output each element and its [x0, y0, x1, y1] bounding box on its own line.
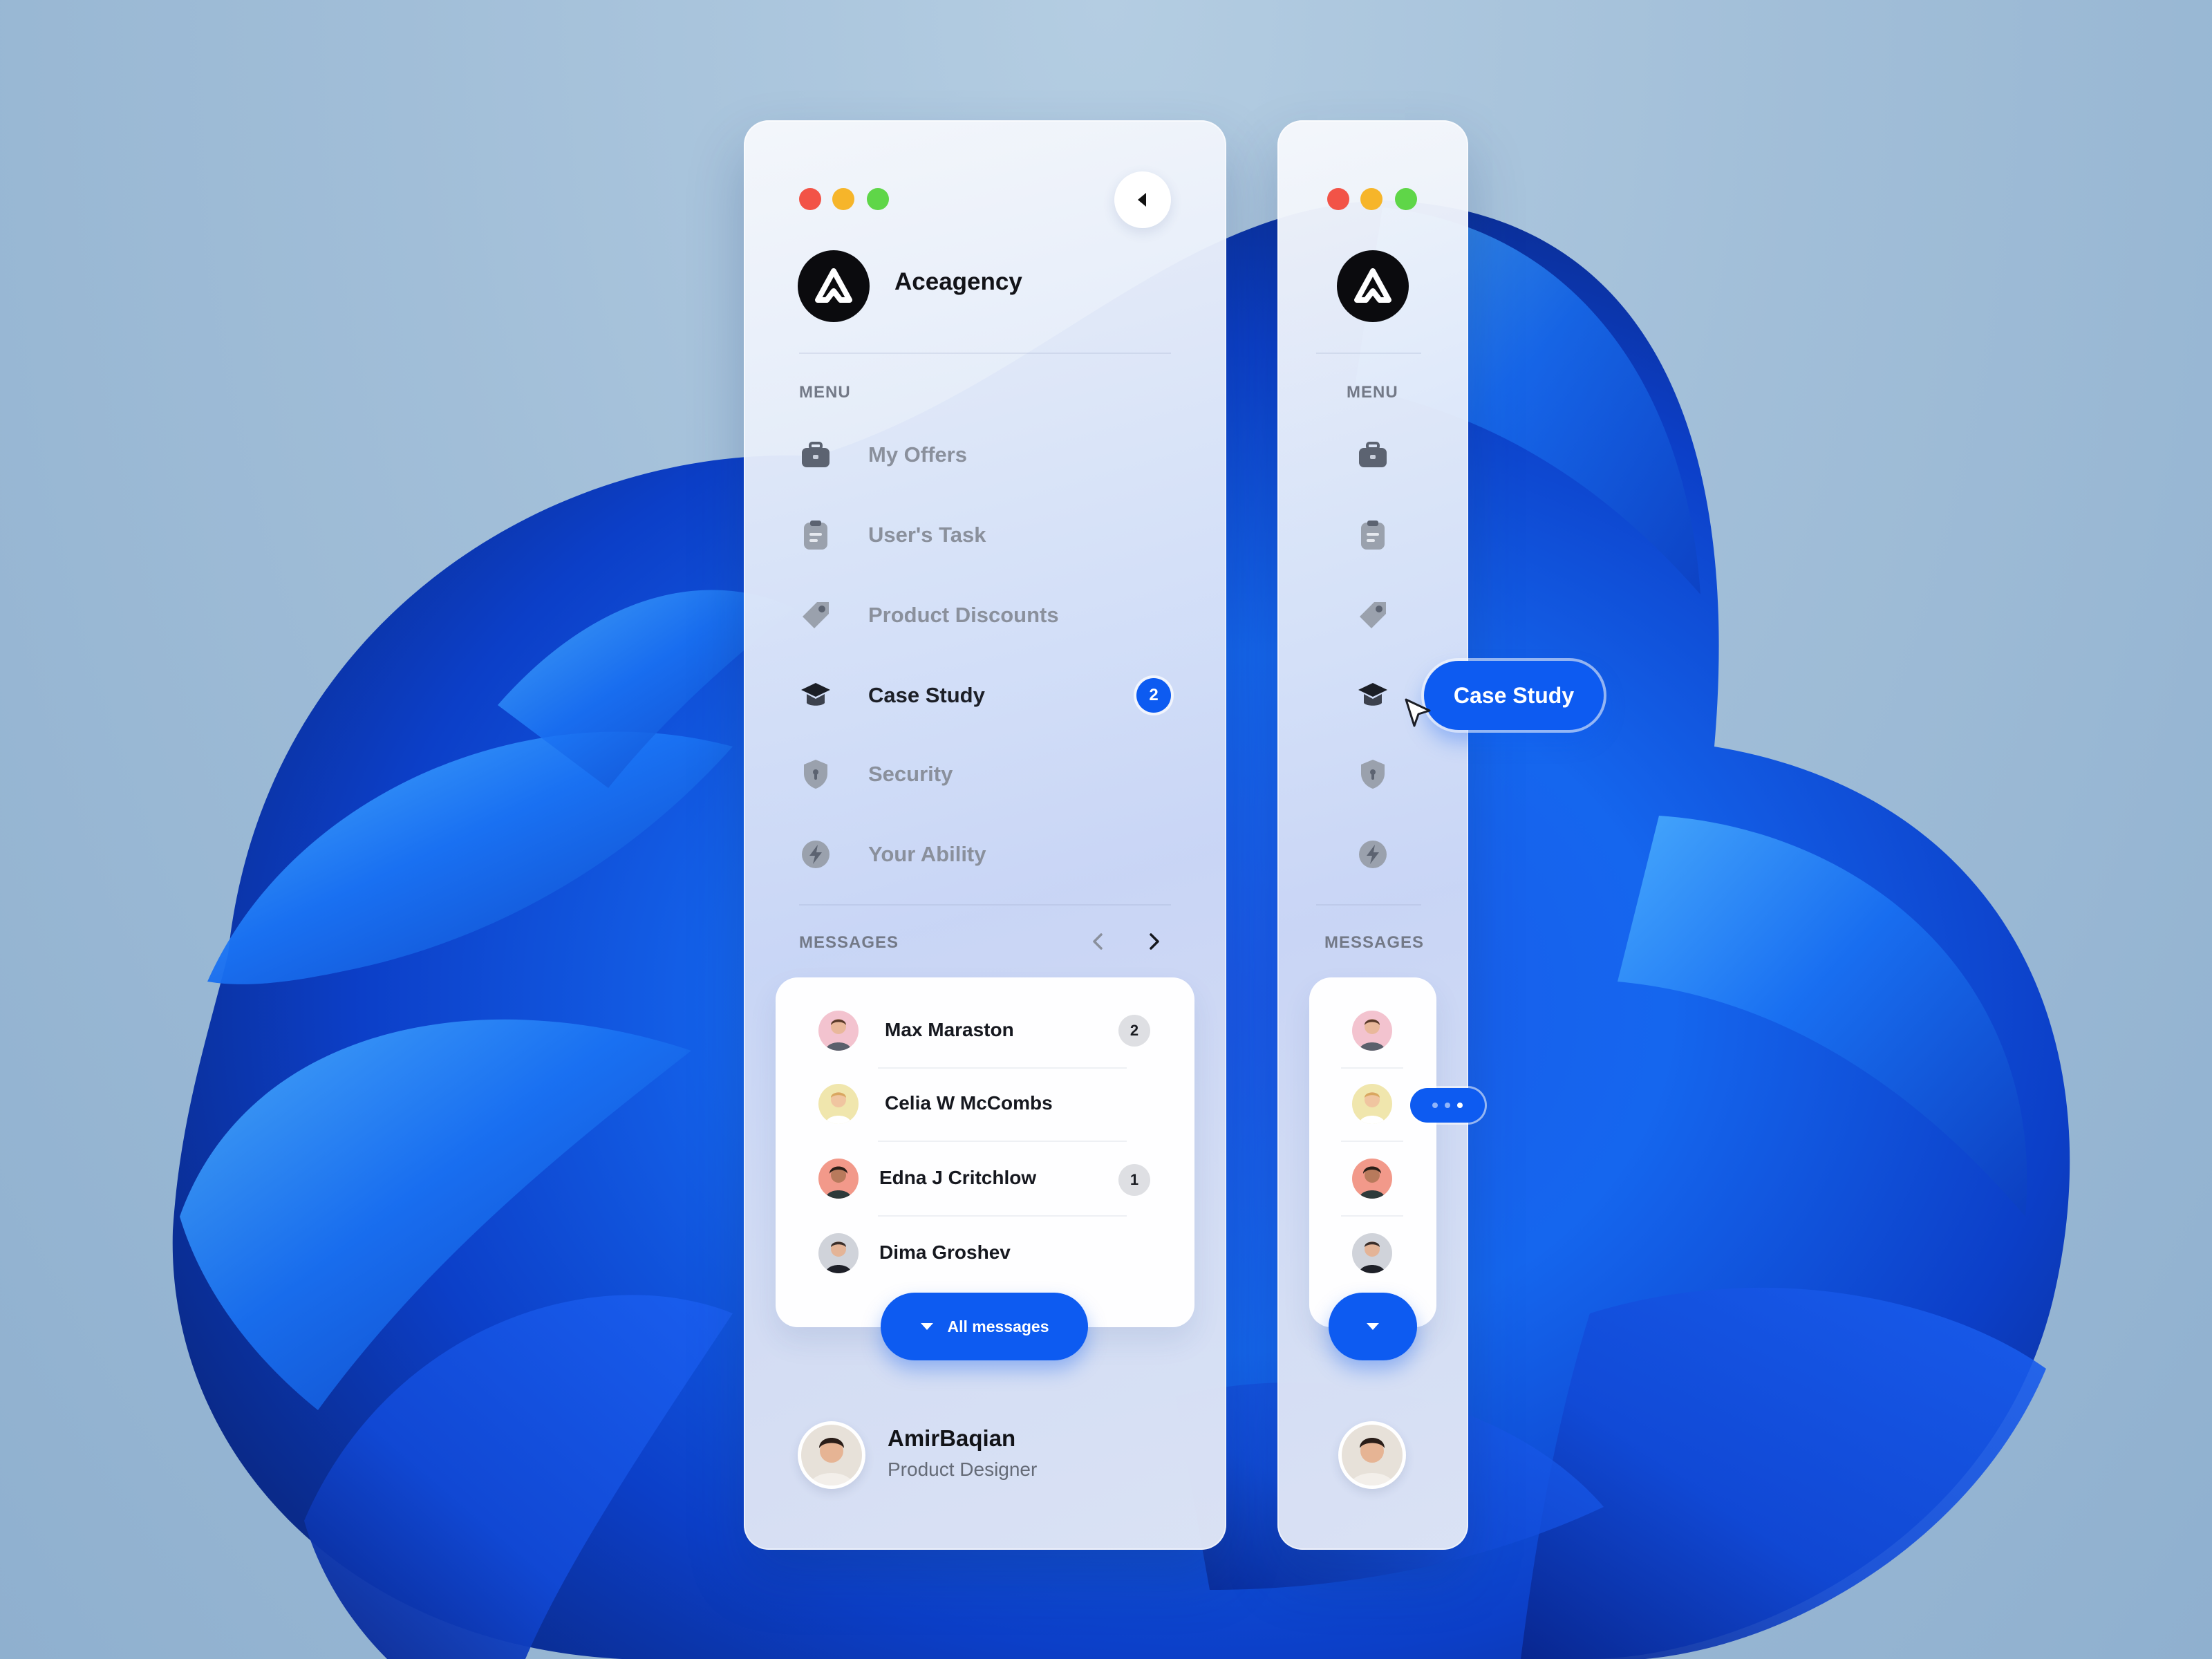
row-divider	[878, 1067, 1127, 1069]
profile-avatar[interactable]	[1338, 1421, 1406, 1489]
briefcase-icon[interactable]	[1356, 438, 1389, 471]
shield-icon[interactable]	[1356, 758, 1389, 791]
window-minimize-button[interactable]	[1360, 188, 1382, 210]
window-zoom-button[interactable]	[867, 188, 889, 210]
window-close-button[interactable]	[799, 188, 821, 210]
briefcase-icon	[799, 438, 832, 471]
lightning-icon	[799, 838, 832, 871]
brand-name: Aceagency	[894, 268, 1022, 295]
expand-messages-button[interactable]	[1329, 1293, 1417, 1360]
divider	[1316, 904, 1421, 906]
message-sender-name[interactable]: Dima Groshev	[879, 1241, 1011, 1264]
divider	[1316, 353, 1421, 354]
window-close-button[interactable]	[1327, 188, 1349, 210]
profile-avatar[interactable]	[798, 1421, 865, 1489]
menu-section-label: MENU	[1347, 383, 1398, 402]
menu-item-product-discounts[interactable]: Product Discounts	[788, 588, 1182, 643]
brand-logo	[1337, 250, 1409, 322]
menu-item-my-offers[interactable]: My Offers	[788, 427, 1182, 482]
caret-down-icon	[1367, 1323, 1379, 1330]
lightning-icon[interactable]	[1356, 838, 1389, 871]
avatar[interactable]	[818, 1011, 859, 1051]
profile-name: AmirBaqian	[888, 1425, 1016, 1451]
unread-count-badge: 1	[1118, 1164, 1150, 1196]
menu-item-users-task[interactable]: User's Task	[788, 507, 1182, 563]
caret-down-icon	[921, 1323, 934, 1330]
caret-left-icon	[1138, 193, 1146, 207]
row-divider	[878, 1141, 1127, 1142]
avatar[interactable]	[818, 1233, 859, 1273]
menu-label: Product Discounts	[868, 603, 1059, 627]
unread-count-badge: 2	[1118, 1015, 1150, 1047]
case-study-count-badge: 2	[1136, 678, 1171, 713]
mouse-cursor-icon	[1405, 698, 1431, 727]
tag-icon	[799, 599, 832, 632]
graduation-cap-icon[interactable]	[1356, 679, 1389, 712]
avatar[interactable]	[818, 1159, 859, 1199]
menu-label: Security	[868, 762, 953, 786]
shield-icon	[799, 758, 832, 791]
profile-role: Product Designer	[888, 1459, 1038, 1480]
collapse-sidebar-button[interactable]	[1114, 171, 1171, 228]
menu-item-security[interactable]: Security	[788, 747, 1182, 802]
chevron-left-icon	[1093, 933, 1103, 950]
tag-icon[interactable]	[1356, 599, 1389, 632]
row-divider	[878, 1215, 1127, 1217]
divider	[799, 353, 1171, 354]
row-divider	[1341, 1141, 1403, 1142]
logo-mark-icon	[815, 268, 852, 303]
menu-item-your-ability[interactable]: Your Ability	[788, 827, 1182, 882]
menu-label: Case Study	[868, 683, 985, 707]
clipboard-icon	[799, 518, 832, 552]
message-sender-name[interactable]: Edna J Critchlow	[879, 1167, 1036, 1189]
graduation-cap-icon	[799, 679, 832, 712]
divider	[799, 904, 1171, 906]
case-study-tooltip: Case Study	[1424, 661, 1604, 730]
avatar[interactable]	[1352, 1011, 1392, 1051]
logo-mark-icon	[1354, 268, 1391, 303]
menu-item-case-study[interactable]: Case Study 2	[788, 668, 1182, 723]
chevron-right-icon	[1150, 933, 1159, 950]
typing-indicator	[1410, 1088, 1485, 1123]
messages-section-label: MESSAGES	[799, 933, 899, 952]
menu-section-label: MENU	[799, 383, 851, 402]
menu-label: Your Ability	[868, 842, 986, 866]
window-minimize-button[interactable]	[832, 188, 854, 210]
message-sender-name[interactable]: Max Maraston	[885, 1019, 1014, 1041]
avatar[interactable]	[1352, 1233, 1392, 1273]
brand-logo	[798, 250, 870, 322]
messages-section-label: MESSAGES	[1324, 933, 1425, 952]
clipboard-icon[interactable]	[1356, 518, 1389, 552]
avatar[interactable]	[1352, 1159, 1392, 1199]
menu-label: User's Task	[868, 523, 986, 547]
messages-next-button[interactable]	[1141, 928, 1168, 955]
messages-prev-button[interactable]	[1084, 928, 1112, 955]
all-messages-button[interactable]: All messages	[881, 1293, 1088, 1360]
all-messages-label: All messages	[947, 1317, 1049, 1335]
avatar[interactable]	[818, 1084, 859, 1124]
message-sender-name[interactable]: Celia W McCombs	[885, 1092, 1053, 1114]
menu-label: My Offers	[868, 442, 967, 467]
window-zoom-button[interactable]	[1395, 188, 1417, 210]
avatar[interactable]	[1352, 1084, 1392, 1124]
row-divider	[1341, 1215, 1403, 1217]
row-divider	[1341, 1067, 1403, 1069]
